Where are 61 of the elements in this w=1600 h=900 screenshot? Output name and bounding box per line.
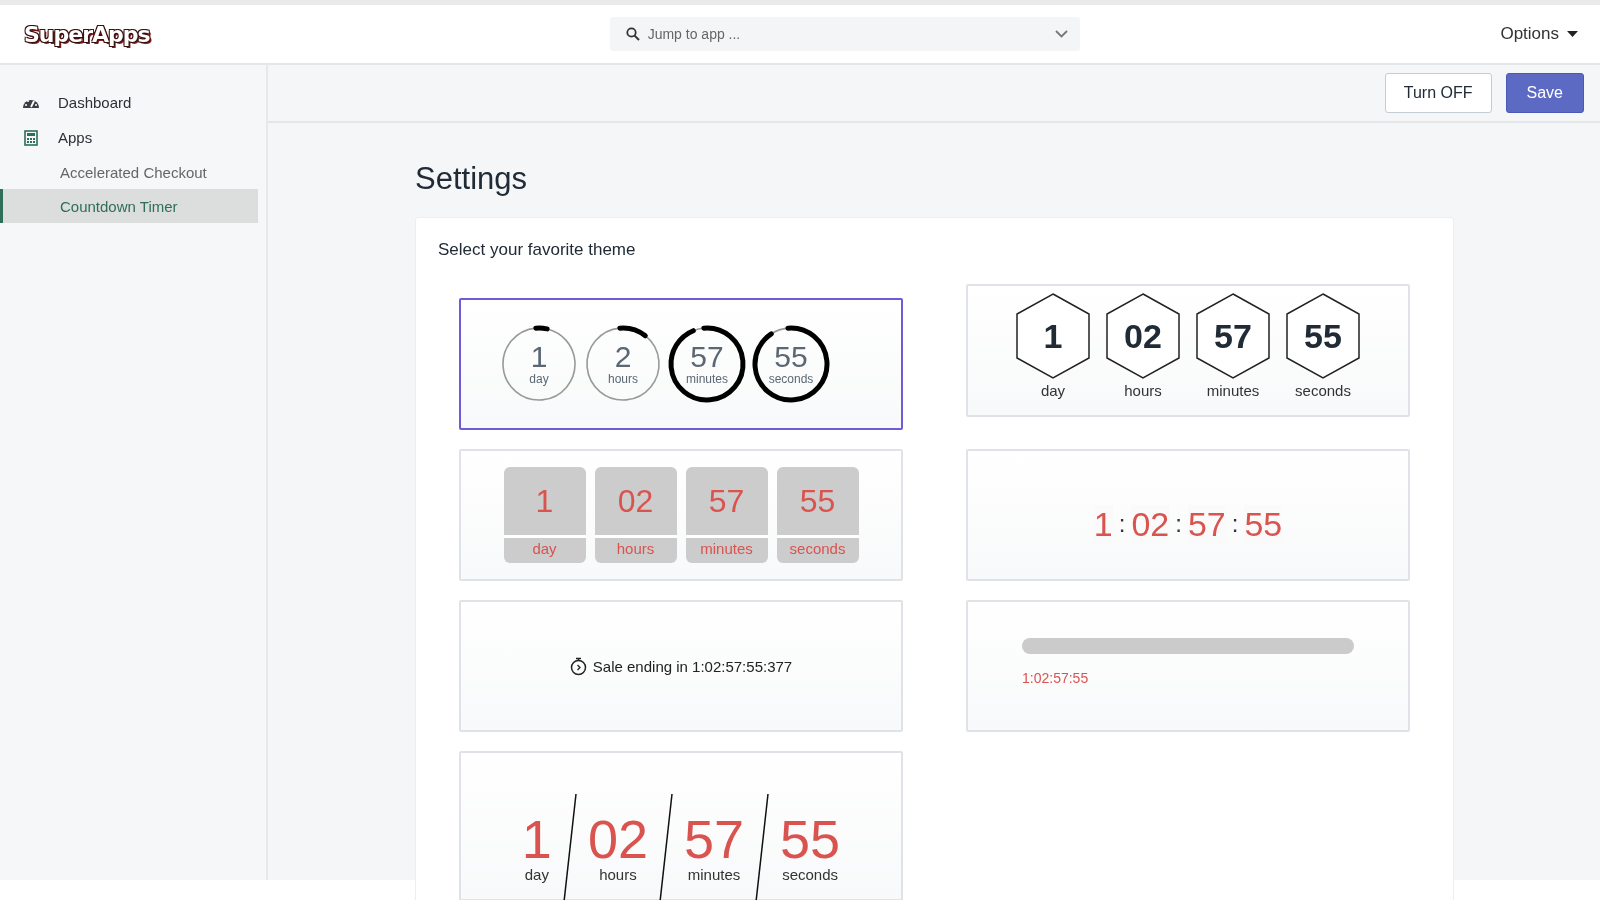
timer-value: 02 (1124, 316, 1162, 356)
timer-value: 02 (594, 467, 677, 538)
timer-value: 55 (776, 467, 859, 538)
sidebar-item[interactable]: Dashboard (0, 85, 266, 120)
timer-value: 1 (1043, 316, 1063, 356)
page-title: Settings (415, 161, 528, 197)
timer-value: 55 (780, 812, 841, 866)
timer-unit: minutes (686, 372, 728, 386)
timer-unit: seconds (789, 539, 846, 557)
theme-option[interactable]: 1:02:57:55 (966, 600, 1410, 732)
chevron-icon (1054, 30, 1068, 38)
timer-value: 57 (1214, 316, 1252, 356)
countdown-text: 1:02:57:55 (1022, 670, 1090, 686)
timer-unit: hours (608, 372, 638, 386)
sidebar-subitem[interactable]: Countdown Timer (0, 189, 258, 223)
sidebar-label: Apps (58, 129, 93, 146)
options-menu[interactable]: Options (1500, 24, 1578, 44)
calculator-icon (22, 129, 40, 146)
countdown-text: Sale ending in 1:02:57:55:377 (592, 657, 793, 675)
timer-value: 1 (503, 467, 586, 538)
timer-unit: seconds (1295, 382, 1351, 399)
theme-option[interactable]: 1 day 02 hours 57 minutes 55 seconds (459, 751, 903, 900)
timer-unit: day (532, 539, 557, 557)
timer-unit: seconds (768, 372, 814, 386)
theme-option[interactable]: 1 : 02 : 57 : 55 (966, 449, 1410, 581)
timer-unit: hours (599, 866, 637, 883)
search-icon (625, 27, 640, 41)
separator: : (1231, 510, 1239, 538)
timer-value: 55 (774, 342, 808, 372)
sidebar-item[interactable]: Apps (0, 120, 266, 155)
separator: : (1118, 510, 1126, 538)
turn-off-button[interactable]: Turn OFF (1384, 73, 1492, 113)
timer-value: 1 (530, 342, 548, 372)
timer-unit: seconds (782, 866, 839, 883)
timer-unit: hours (1124, 382, 1162, 399)
caret-icon (1567, 31, 1578, 37)
timer-unit: day (524, 866, 549, 883)
save-button[interactable]: Save (1505, 73, 1584, 113)
theme-option[interactable]: 1 day 2 hours 57 minutes 55 seconds (459, 298, 903, 430)
sidebar-label: Dashboard (58, 94, 132, 111)
timer-unit: minutes (700, 539, 753, 557)
timer-value: 55 (1304, 316, 1342, 356)
timer-unit: day (529, 372, 549, 386)
theme-option[interactable]: Sale ending in 1:02:57:55:377 (459, 600, 903, 732)
stopwatch-icon (569, 656, 587, 676)
timer-value: 57 (685, 467, 768, 538)
timer-unit: minutes (687, 866, 741, 883)
timer-value: 02 (587, 812, 648, 866)
logo[interactable]: SuperApps (24, 21, 150, 47)
separator: : (1175, 510, 1182, 538)
timer-unit: day (1040, 382, 1066, 399)
timer-value: 2 (614, 342, 632, 372)
timer-value: 1 (521, 812, 552, 866)
sidebar-subitem[interactable]: Accelerated Checkout (0, 155, 258, 189)
timer-unit: minutes (1206, 382, 1260, 399)
timer-unit: hours (616, 539, 655, 557)
card-title: Select your favorite theme (438, 240, 637, 260)
theme-option[interactable]: 1 day 02 hours 57 minutes 55 seconds (966, 284, 1410, 417)
search-field[interactable]: Jump to app ... (609, 17, 1080, 51)
timer-value: 57 (690, 342, 724, 372)
timer-value: 57 (684, 812, 745, 866)
